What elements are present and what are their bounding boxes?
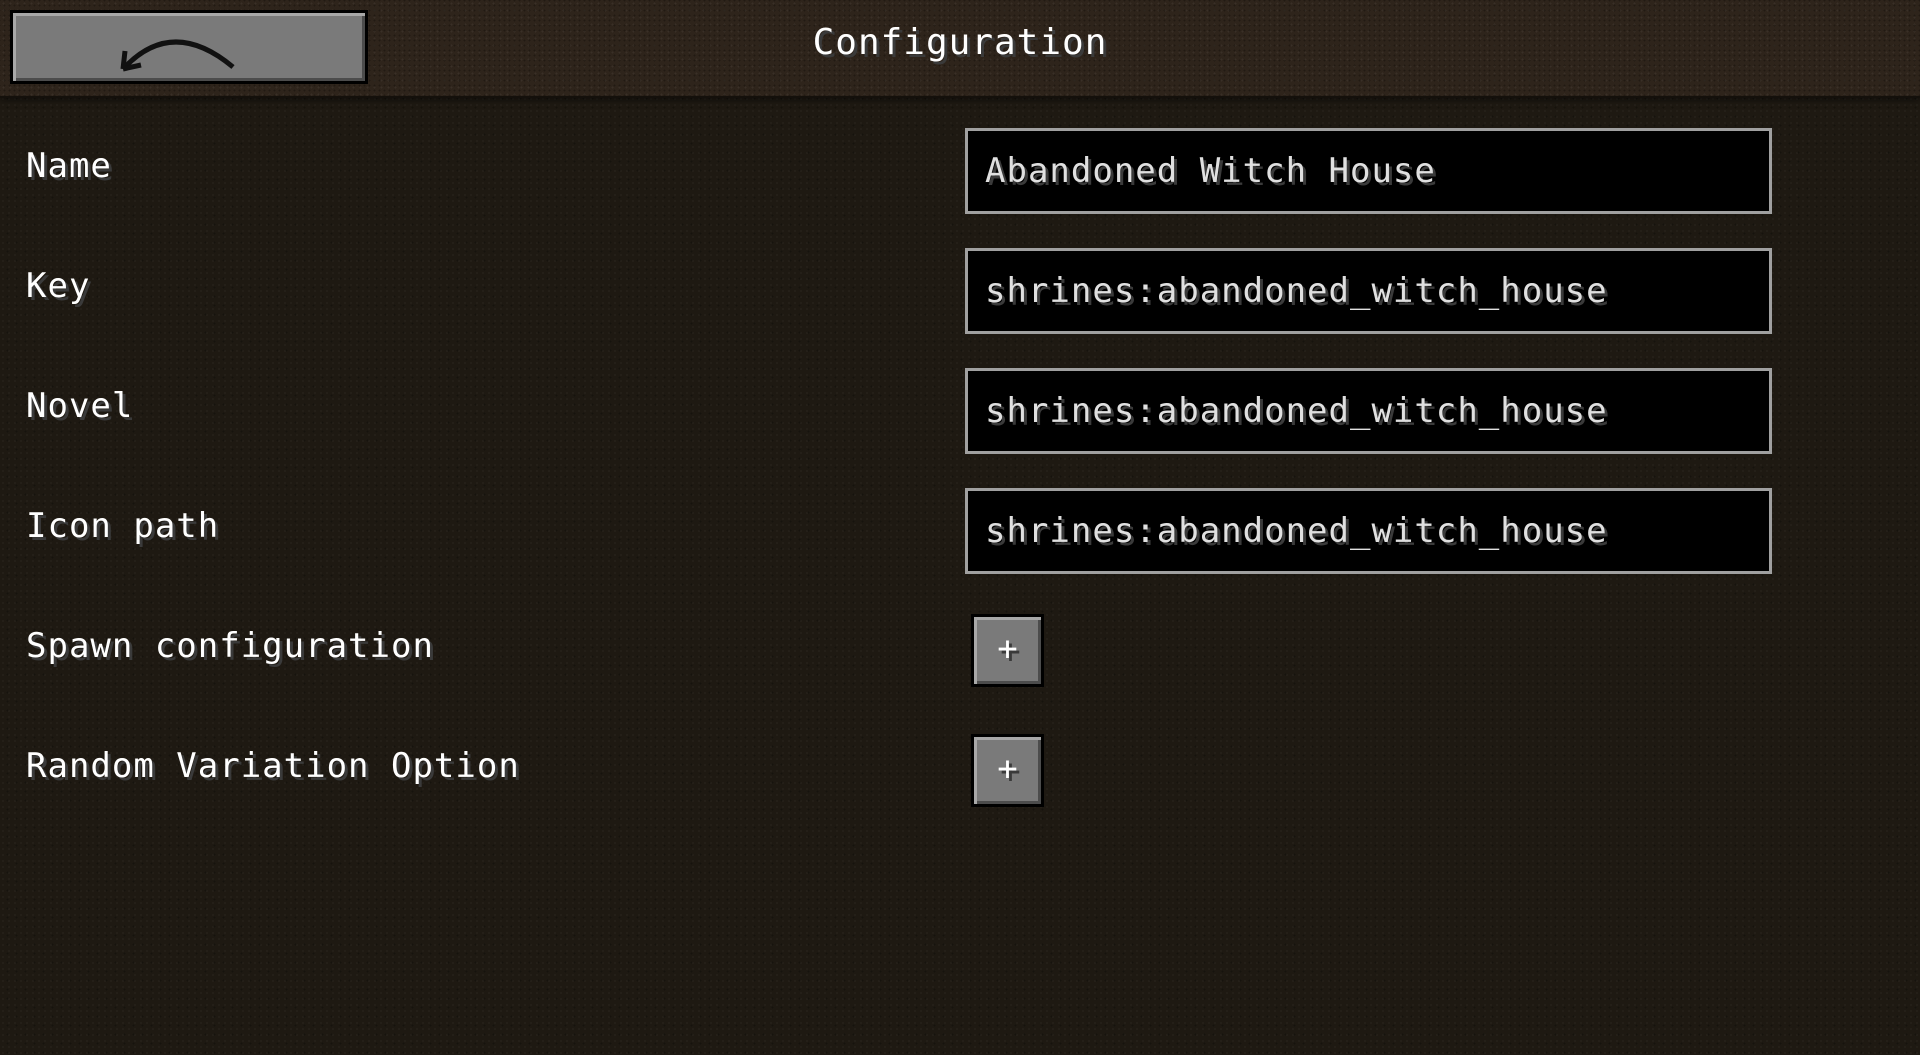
novel-label: Novel <box>26 386 134 426</box>
add-random-variation-option-button[interactable]: + <box>971 734 1044 807</box>
icon-path-field[interactable] <box>965 488 1772 574</box>
random-variation-option-label: Random Variation Option <box>26 746 520 786</box>
name-label: Name <box>26 146 112 186</box>
icon-path-label: Icon path <box>26 506 220 546</box>
page-title: Configuration <box>812 22 1108 63</box>
novel-field[interactable] <box>965 368 1772 454</box>
name-field[interactable] <box>965 128 1772 214</box>
spawn-configuration-label: Spawn configuration <box>26 626 434 666</box>
add-spawn-configuration-button[interactable]: + <box>971 614 1044 687</box>
key-label: Key <box>26 266 91 306</box>
key-field[interactable] <box>965 248 1772 334</box>
